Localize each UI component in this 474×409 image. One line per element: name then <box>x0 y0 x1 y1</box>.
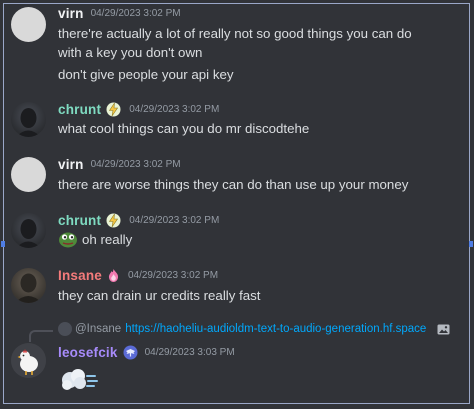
message-header: leosefcik 04/29/2023 3:03 PM <box>58 345 235 360</box>
timestamp: 04/29/2023 3:02 PM <box>90 159 181 170</box>
avatar[interactable] <box>11 268 46 303</box>
avatar[interactable] <box>11 157 46 192</box>
reply-link[interactable]: https://haoheliu-audioldm-text-to-audio-… <box>125 323 435 335</box>
message-text: oh really <box>82 231 133 247</box>
flame-icon <box>106 268 121 283</box>
author-name[interactable]: chrunt <box>58 213 101 228</box>
image-icon <box>437 324 450 335</box>
message-header: virn 04/29/2023 3:02 PM <box>58 6 181 21</box>
reply-preview[interactable]: @Insane https://haoheliu-audioldm-text-t… <box>58 322 470 336</box>
dash-emoji[interactable] <box>58 367 98 393</box>
message-line: oh really <box>58 230 132 248</box>
bolt-icon <box>105 212 122 229</box>
wings-icon <box>123 345 138 360</box>
author-name[interactable]: Insane <box>58 268 102 283</box>
message-header: Insane 04/29/2023 3:02 PM <box>58 268 218 283</box>
timestamp: 04/29/2023 3:02 PM <box>129 104 220 115</box>
author-name[interactable]: leosefcik <box>58 345 118 360</box>
author-name[interactable]: chrunt <box>58 102 101 117</box>
message-header: virn 04/29/2023 3:02 PM <box>58 157 181 172</box>
author-name[interactable]: virn <box>58 6 84 21</box>
timestamp: 04/29/2023 3:03 PM <box>144 347 235 358</box>
avatar[interactable] <box>11 7 46 42</box>
message-text: there are worse things they can do than … <box>58 177 409 192</box>
selection-frame <box>3 3 470 404</box>
message-header: chrunt 04/29/2023 3:02 PM <box>58 212 219 229</box>
message-text: what cool things can you do mr discodteh… <box>58 121 310 136</box>
message-text: there're actually a lot of really not so… <box>58 26 412 41</box>
message-text: don't give people your api key <box>58 67 234 82</box>
message-text: with a key you don't own <box>58 45 203 60</box>
author-name[interactable]: virn <box>58 157 84 172</box>
avatar[interactable] <box>11 343 46 378</box>
message-text: they can drain ur credits really fast <box>58 288 261 303</box>
timestamp: 04/29/2023 3:02 PM <box>90 8 181 19</box>
message-header: chrunt 04/29/2023 3:02 PM <box>58 101 219 118</box>
avatar[interactable] <box>11 102 46 137</box>
reply-avatar <box>58 322 72 336</box>
reply-connector <box>29 330 53 342</box>
pepe-emoji[interactable] <box>58 230 78 248</box>
avatar[interactable] <box>11 213 46 248</box>
bolt-icon <box>105 101 122 118</box>
resize-handle-left[interactable] <box>1 241 5 247</box>
reply-author[interactable]: @Insane <box>75 323 121 335</box>
resize-handle-right[interactable] <box>469 241 473 247</box>
timestamp: 04/29/2023 3:02 PM <box>129 215 220 226</box>
timestamp: 04/29/2023 3:02 PM <box>127 270 219 281</box>
